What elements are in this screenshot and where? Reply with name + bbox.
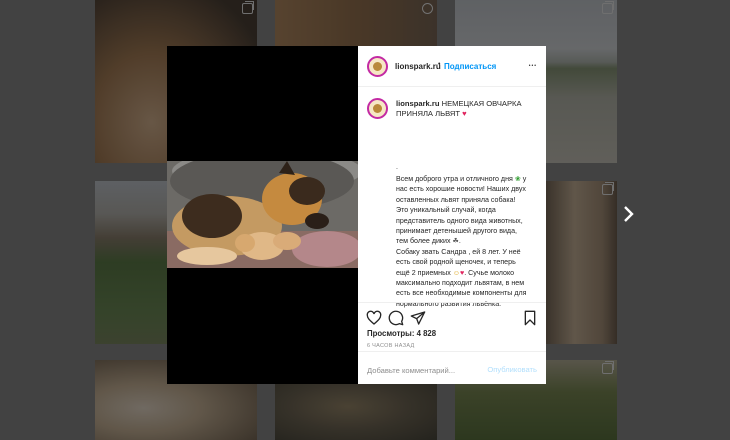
post-actions: Просмотры: 4 828 6 ЧАСОВ НАЗАД Опубликов… (358, 302, 546, 385)
post-caption: lionspark.ru НЕМЕЦКАЯ ОВЧАРКА ПРИНЯЛА ЛЬ… (358, 91, 546, 308)
clover-emoji-icon: ❀ (514, 175, 521, 183)
caption-text-1b: у нас есть хорошие новости! Наших двух о… (396, 175, 527, 246)
publish-button[interactable]: Опубликовать (487, 365, 537, 374)
post-modal: lionspark.ru • Подписаться ••• lionspark… (167, 46, 546, 384)
more-icon[interactable]: ••• (529, 63, 537, 69)
post-timestamp[interactable]: 6 ЧАСОВ НАЗАД (367, 343, 415, 349)
post-media[interactable] (167, 46, 358, 384)
follow-button[interactable]: Подписаться (444, 62, 496, 71)
caption-body: Всем доброго утра и отличного дня ❀ у на… (396, 175, 527, 308)
views-count[interactable]: Просмотры: 4 828 (367, 329, 436, 338)
post-header: lionspark.ru • Подписаться ••• (358, 46, 546, 87)
heart-emoji-icon: ♥ (462, 109, 467, 118)
like-icon[interactable] (366, 310, 382, 326)
comment-form: Опубликовать (358, 351, 546, 386)
paw-emoji-icon: ☘ (452, 237, 459, 246)
caption-username[interactable]: lionspark.ru (396, 99, 439, 108)
post-photo (167, 161, 358, 268)
comment-input[interactable] (367, 363, 479, 377)
avatar[interactable] (367, 98, 388, 119)
caption-title: lionspark.ru НЕМЕЦКАЯ ОВЧАРКА ПРИНЯЛА ЛЬ… (396, 99, 536, 119)
caption-text-1a: Всем доброго утра и отличного дня (396, 175, 513, 183)
caption-dot: . (396, 164, 398, 171)
save-icon[interactable] (522, 310, 538, 326)
smile-emoji-icon: ☺ (452, 268, 460, 277)
avatar[interactable] (367, 56, 388, 77)
post-panel: lionspark.ru • Подписаться ••• lionspark… (358, 46, 546, 384)
next-arrow-icon[interactable] (622, 204, 636, 224)
separator-dot: • (438, 61, 441, 68)
username-link[interactable]: lionspark.ru (395, 62, 441, 71)
share-icon[interactable] (410, 310, 426, 326)
comment-icon[interactable] (388, 310, 404, 326)
